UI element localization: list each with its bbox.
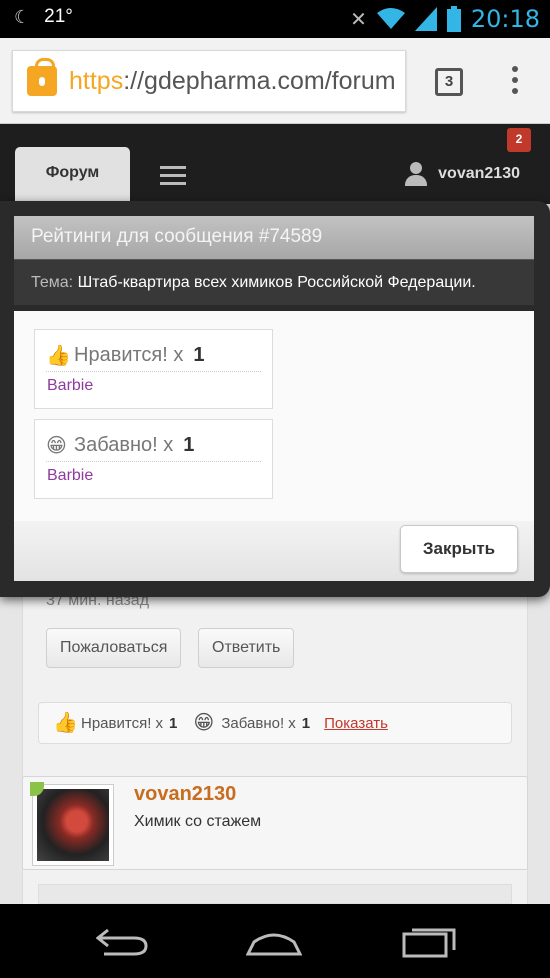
clock: 20:18	[470, 5, 540, 33]
lock-icon	[27, 58, 57, 96]
rating-header: 😁 Забавно! x 1	[46, 430, 261, 462]
tab-forum[interactable]: Форум	[15, 147, 130, 204]
rating-count: 1	[183, 434, 195, 456]
laughing-face-icon: 😁	[193, 712, 215, 734]
temperature: 21°	[44, 6, 73, 27]
subject-text: Штаб-квартира всех химиков Российской Фе…	[77, 274, 476, 291]
site-header: Форум vovan2130	[0, 124, 550, 204]
reply-button[interactable]: Ответить	[198, 628, 295, 668]
recent-apps-icon[interactable]	[402, 924, 458, 958]
address-bar[interactable]: https://gdepharma.com/forum	[12, 50, 406, 112]
wifi-icon	[376, 8, 405, 29]
dialog-body: 👍 Нравится! x 1 Barbie 😁 Забавно! x 1 Ba…	[14, 311, 534, 521]
show-ratings-link[interactable]: Показать	[324, 715, 388, 732]
home-icon[interactable]	[246, 924, 302, 958]
username: vovan2130	[438, 165, 520, 182]
back-icon[interactable]	[96, 926, 148, 956]
dialog-footer: Закрыть	[14, 521, 534, 581]
status-bar: ☾ 21° ✕ 20:18	[0, 0, 550, 38]
report-button[interactable]: Пожаловаться	[46, 628, 182, 668]
next-post	[38, 884, 512, 904]
ratings-dialog: Рейтинги для сообщения #74589 Тема: Штаб…	[0, 201, 550, 597]
moon-icon: ☾	[14, 6, 31, 27]
close-button[interactable]: Закрыть	[400, 525, 518, 573]
author-title: Химик со стажем	[134, 813, 262, 830]
dialog-subject: Тема: Штаб-квартира всех химиков Российс…	[14, 259, 534, 305]
browser-toolbar: https://gdepharma.com/forum 3	[0, 38, 550, 124]
like-count: 1	[169, 714, 178, 732]
user-menu[interactable]: vovan2130	[404, 162, 520, 186]
hamburger-menu-icon[interactable]	[160, 166, 186, 190]
mute-icon: ✕	[350, 8, 367, 31]
rating-count: 1	[193, 344, 205, 366]
funny-label: Забавно! x	[221, 714, 296, 732]
overflow-menu-icon[interactable]	[510, 66, 520, 100]
user-icon	[404, 162, 428, 186]
author-name[interactable]: vovan2130	[134, 783, 236, 806]
rating-user-link[interactable]: Barbie	[47, 377, 93, 395]
signal-icon	[414, 7, 437, 31]
dialog-title: Рейтинги для сообщения #74589	[14, 216, 534, 259]
thumbs-up-icon: 👍	[53, 712, 78, 734]
avatar[interactable]	[32, 784, 114, 866]
funny-count: 1	[301, 714, 311, 732]
thumbs-up-icon: 👍	[46, 344, 71, 367]
rating-label: Нравится! x	[74, 344, 184, 366]
tab-switcher-button[interactable]: 3	[435, 68, 463, 96]
navigation-bar	[0, 904, 550, 978]
rating-label: Забавно! x	[74, 434, 174, 456]
laughing-face-icon: 😁	[46, 434, 67, 457]
likes-summary: 👍 Нравится! x 1 😁 Забавно! x 1 Показать	[38, 702, 512, 744]
like-label: Нравится! x	[81, 714, 164, 732]
subject-label: Тема:	[31, 274, 74, 291]
notification-badge[interactable]: 2	[507, 128, 531, 152]
rating-card: 👍 Нравится! x 1 Barbie	[34, 329, 273, 409]
rating-card: 😁 Забавно! x 1 Barbie	[34, 419, 273, 499]
rating-header: 👍 Нравится! x 1	[46, 340, 261, 372]
rating-user-link[interactable]: Barbie	[47, 467, 93, 485]
battery-icon	[446, 6, 461, 32]
url-text: https://gdepharma.com/forum	[69, 66, 396, 95]
